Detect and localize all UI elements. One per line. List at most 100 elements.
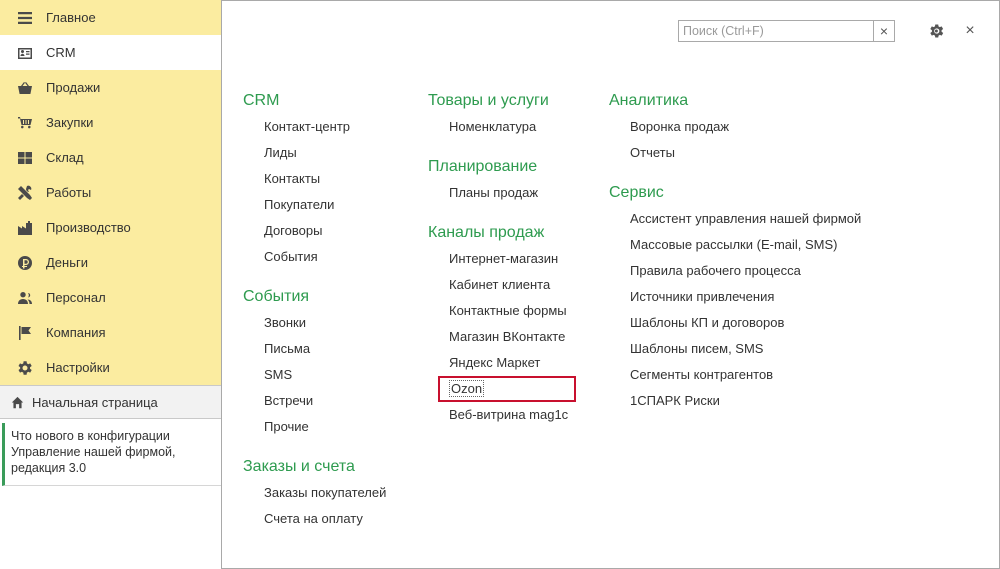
command-link[interactable]: Встречи	[264, 388, 386, 414]
factory-icon	[16, 219, 34, 237]
command-link[interactable]: Заказы покупателей	[264, 480, 386, 506]
group-items: Интернет-магазин Кабинет клиента Контактны…	[428, 246, 576, 428]
section-item-0[interactable]: Главное	[0, 0, 221, 35]
command-link[interactable]: Веб-витрина mag1c	[449, 402, 568, 428]
command-link[interactable]: Контакт-центр	[264, 114, 386, 140]
group-items: Планы продаж	[428, 180, 568, 206]
column-2: Товары и услуги Номенклатура Планирование П…	[428, 88, 576, 442]
command-link[interactable]: Массовые рассылки (E-mail, SMS)	[630, 232, 861, 258]
command-link[interactable]: Планы продаж	[449, 180, 568, 206]
section-item-10[interactable]: Настройки	[0, 350, 221, 385]
section-label: CRM	[46, 45, 76, 60]
command-link[interactable]: Прочие	[264, 414, 386, 440]
group-title: Сервис	[609, 184, 664, 201]
command-link-label: Ozon	[449, 380, 485, 397]
close-window-button[interactable]: ×	[962, 22, 978, 40]
whats-new-line-2: Управление нашей фирмой,	[11, 445, 176, 459]
people-icon	[16, 289, 34, 307]
group-title: CRM	[243, 92, 280, 109]
clear-search-button[interactable]: ×	[873, 21, 894, 41]
section-label: Настройки	[46, 360, 110, 375]
search-box: ×	[678, 20, 895, 42]
command-link-highlighted[interactable]: Ozon	[438, 376, 576, 402]
sections-panel: Главное CRM Продажи Закупки Склад Работы Произ…	[0, 0, 222, 569]
flag-icon	[16, 324, 34, 342]
home-page-label: Начальная страница	[32, 394, 158, 410]
group-items: Воронка продаж Отчеты	[609, 114, 861, 166]
section-item-2[interactable]: Продажи	[0, 70, 221, 105]
command-link[interactable]: SMS	[264, 362, 386, 388]
menu-icon	[16, 9, 34, 27]
group-title: Заказы и счета	[243, 458, 355, 475]
command-link[interactable]: Звонки	[264, 310, 386, 336]
command-link[interactable]: Шаблоны писем, SMS	[630, 336, 861, 362]
command-link[interactable]: Договоры	[264, 218, 386, 244]
command-link[interactable]: События	[264, 244, 386, 270]
home-page-link[interactable]: Начальная страница	[0, 385, 221, 419]
section-item-1[interactable]: CRM	[0, 35, 221, 70]
section-item-3[interactable]: Закупки	[0, 105, 221, 140]
command-link[interactable]: Лиды	[264, 140, 386, 166]
command-link[interactable]: Воронка продаж	[630, 114, 861, 140]
coin-icon	[16, 254, 34, 272]
column-3: Аналитика Воронка продаж Отчеты Сервис Ассис…	[609, 88, 861, 428]
whats-new-line-1: Что нового в конфигурации	[11, 429, 170, 443]
section-item-5[interactable]: Работы	[0, 175, 221, 210]
section-item-7[interactable]: Деньги	[0, 245, 221, 280]
column-1: CRM Контакт-центр Лиды Контакты Покупатели До…	[243, 88, 386, 546]
whats-new-line-3: редакция 3.0	[11, 461, 87, 475]
section-label: Склад	[46, 150, 84, 165]
cart-icon	[16, 114, 34, 132]
command-link[interactable]: Сегменты контрагентов	[630, 362, 861, 388]
settings-gear-icon[interactable]	[927, 22, 945, 40]
command-link[interactable]: Кабинет клиента	[449, 272, 568, 298]
basket-icon	[16, 79, 34, 97]
section-label: Производство	[46, 220, 131, 235]
group-title: Планирование	[428, 158, 538, 175]
command-link[interactable]: Отчеты	[630, 140, 861, 166]
group-items: Номенклатура	[428, 114, 568, 140]
warehouse-grid-icon	[16, 149, 34, 167]
group-items: Контакт-центр Лиды Контакты Покупатели Догов…	[243, 114, 386, 270]
command-link[interactable]: Счета на оплату	[264, 506, 386, 532]
section-item-4[interactable]: Склад	[0, 140, 221, 175]
command-link[interactable]: 1СПАРК Риски	[630, 388, 861, 414]
group-title: Каналы продаж	[428, 224, 545, 241]
group-items: Заказы покупателей Счета на оплату	[243, 480, 386, 532]
command-link[interactable]: Магазин ВКонтакте	[449, 324, 568, 350]
command-link[interactable]: Правила рабочего процесса	[630, 258, 861, 284]
command-link[interactable]: Яндекс Маркет	[449, 350, 568, 376]
section-content: × × CRM Контакт-центрЛидыКонтактыПокупате…	[222, 0, 1000, 569]
command-link[interactable]: Контакты	[264, 166, 386, 192]
home-icon	[10, 393, 24, 411]
section-item-6[interactable]: Производство	[0, 210, 221, 245]
command-link[interactable]: Покупатели	[264, 192, 386, 218]
tools-icon	[16, 184, 34, 202]
sections-list: Главное CRM Продажи Закупки Склад Работы Произ…	[0, 0, 221, 385]
command-link[interactable]: Источники привлечения	[630, 284, 861, 310]
section-label: Персонал	[46, 290, 106, 305]
command-link[interactable]: Номенклатура	[449, 114, 568, 140]
section-label: Продажи	[46, 80, 101, 95]
crm-card-icon	[16, 44, 34, 62]
search-input[interactable]	[679, 21, 873, 41]
section-label: Главное	[46, 10, 96, 25]
group-title: Аналитика	[609, 92, 689, 109]
section-item-8[interactable]: Персонал	[0, 280, 221, 315]
command-link[interactable]: Ассистент управления нашей фирмой	[630, 206, 861, 232]
group-title: События	[243, 288, 310, 305]
section-item-9[interactable]: Компания	[0, 315, 221, 350]
group-items: Ассистент управления нашей фирмой Массовы…	[609, 206, 861, 414]
command-link[interactable]: Интернет-магазин	[449, 246, 568, 272]
section-label: Работы	[46, 185, 92, 200]
section-label: Компания	[46, 325, 106, 340]
group-title: Товары и услуги	[428, 92, 549, 109]
command-link[interactable]: Контактные формы	[449, 298, 568, 324]
whats-new-link[interactable]: Что нового в конфигурации Управление наш…	[2, 423, 221, 486]
group-items: Звонки Письма SMS Встречи Прочие	[243, 310, 386, 440]
section-label: Закупки	[46, 115, 94, 130]
command-link[interactable]: Шаблоны КП и договоров	[630, 310, 861, 336]
command-link[interactable]: Письма	[264, 336, 386, 362]
gear-icon	[16, 359, 34, 377]
section-label: Деньги	[46, 255, 88, 270]
